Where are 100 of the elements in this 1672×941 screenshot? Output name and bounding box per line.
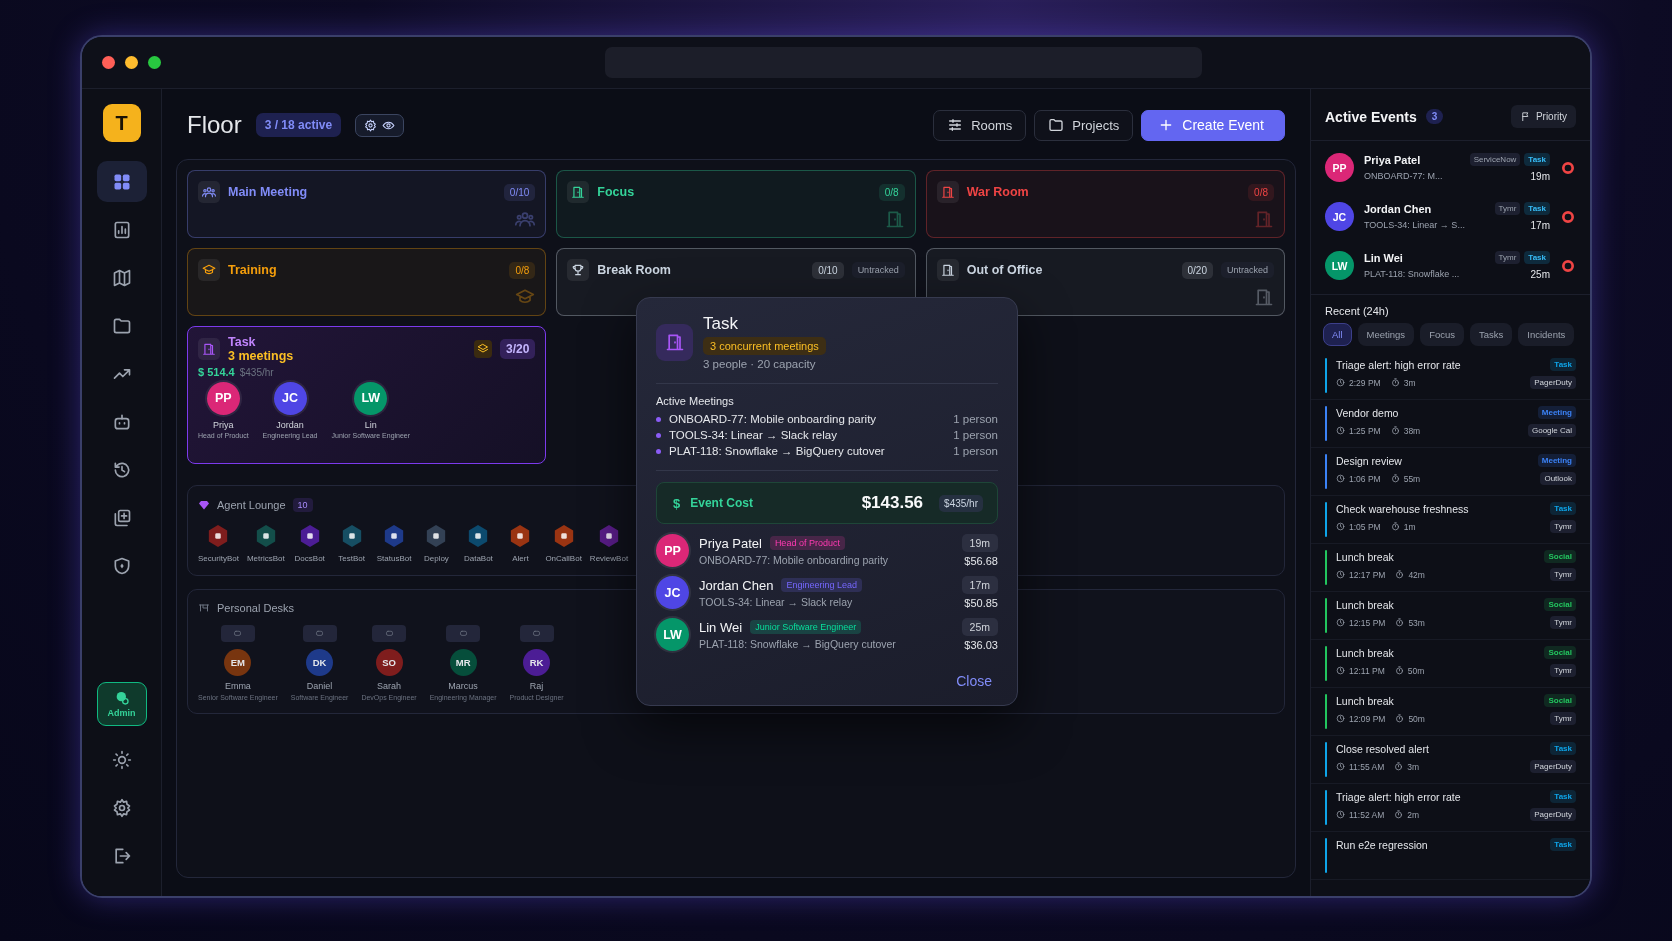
folder-icon [1048,117,1065,133]
type-tag: Task [1550,790,1576,803]
person-name: Raj [529,681,544,691]
event-time: 12:15 PM [1349,617,1386,628]
source-tag: Tymr [1550,712,1576,725]
avatar: RK [523,649,551,676]
event-title: Design review [1336,454,1402,467]
header-button[interactable]: Create Event [1141,109,1285,141]
avatar: JC [1325,202,1354,231]
trophy-icon [567,259,590,281]
room-name: Main Meeting [228,185,308,199]
people-count: 1 person [953,429,998,441]
recent-event-row[interactable]: Vendor demo Meeting 1:25 PM 38m Google Cal [1311,400,1590,448]
sidebar-item[interactable] [96,161,147,202]
header-button[interactable]: Projects [1034,109,1134,141]
filter-chip[interactable]: Incidents [1518,323,1575,346]
clock-icon [1336,570,1345,579]
room-card[interactable]: War Room 0/8 [925,170,1285,238]
filter-chip[interactable]: Meetings [1357,323,1415,346]
room-name: Training [228,263,277,277]
filter-chip[interactable]: Tasks [1470,323,1513,346]
capacity-badge: 0/10 [812,261,844,279]
event-row[interactable]: PP Priya Patel ONBOARD-77: M... ServiceNow Task 19m [1311,143,1590,192]
source-tag: PagerDuty [1530,376,1576,389]
recent-event-row[interactable]: Run e2e regression Task [1311,832,1590,880]
event-row[interactable]: LW Lin Wei PLAT-118: Snowflake ... Tymr Task 25m [1311,241,1590,290]
capacity-summary: 3 people · 20 capacity [703,358,816,370]
agent-hexagon-icon[interactable] [467,524,490,548]
status-badge: Untracked [1220,262,1274,278]
agent-hexagon-icon[interactable] [340,524,363,548]
recent-event-row[interactable]: Lunch break Social 12:09 PM 50m Tymr [1311,688,1590,736]
event-title: Lunch break [1336,694,1394,707]
duration: 3m [1403,377,1416,388]
person-name: Lin [364,419,377,430]
event-time: 1:25 PM [1349,425,1381,436]
event-row[interactable]: JC Jordan Chen TOOLS-34: Linear → S... Tymr Task 17m [1311,192,1590,241]
people-count: 1 person [953,445,998,457]
graduation-cap-icon [198,259,220,281]
section-title: Agent Lounge [217,499,286,511]
event-title: Triage alert: high error rate [1336,790,1461,803]
agent-hexagon-icon[interactable] [207,524,230,548]
meeting-title: TOOLS-34: Linear → Slack relay [699,595,854,608]
agent-hexagon-icon[interactable] [598,524,620,548]
recent-event-row[interactable]: Lunch break Social 12:11 PM 50m Tymr [1311,640,1590,688]
avatar: MR [449,649,477,676]
role-tag: Engineering Lead [781,578,862,592]
recent-event-row[interactable]: Check warehouse freshness Task 1:05 PM 1m Tymr [1311,496,1590,544]
admin-button[interactable]: Admin [96,682,147,726]
type-tag: Social [1544,550,1576,563]
avatar: PP [206,381,240,415]
filter-chip[interactable]: Focus [1420,323,1464,346]
person-name: Marcus [448,681,478,691]
timer-icon [1394,810,1404,819]
source-tag: PagerDuty [1530,808,1576,821]
agent-hexagon-icon[interactable] [509,524,532,548]
capacity-badge: 0/8 [509,261,536,279]
meeting-title: PLAT-118: Snowflake ... [1364,269,1460,279]
recent-event-row[interactable]: Lunch break Social 12:17 PM 42m Tymr [1311,544,1590,592]
recent-event-row[interactable]: Lunch break Social 12:15 PM 53m Tymr [1311,592,1590,640]
close-window-button[interactable] [102,56,115,69]
record-icon[interactable] [1560,257,1576,274]
people-count: 1 person [953,413,998,425]
filter-chip[interactable]: All [1323,323,1352,346]
section-title: Personal Desks [217,602,295,614]
settings-icon[interactable] [111,797,132,818]
recent-event-row[interactable]: Triage alert: high error rate Task 11:52 AM 2m PagerDuty [1311,784,1590,832]
priority-button[interactable]: Priority [1510,105,1576,128]
record-icon[interactable] [1560,159,1576,176]
close-button[interactable]: Close [950,671,998,691]
agent-hexagon-icon[interactable] [425,524,448,548]
source-tag: Tymr [1550,568,1576,581]
agent-hexagon-icon[interactable] [254,524,277,548]
theme-icon[interactable] [111,749,132,770]
type-tag: Social [1544,646,1576,659]
event-count-badge: 3 [1425,109,1444,124]
room-card[interactable]: Training 0/8 [187,248,547,316]
maximize-window-button[interactable] [148,56,161,69]
type-tag: Task [1550,742,1576,755]
clock-icon [1336,810,1345,819]
clock-icon [1336,762,1345,771]
view-options-button[interactable] [355,113,405,137]
room-card[interactable]: Focus 0/8 [556,170,916,238]
minimize-window-button[interactable] [125,56,138,69]
header-button[interactable]: Rooms [933,109,1027,141]
record-icon[interactable] [1560,208,1576,225]
agent-hexagon-icon[interactable] [383,524,406,548]
room-card[interactable]: Main Meeting 0/10 [187,170,547,238]
type-tag: Task [1550,838,1576,851]
agent-name: StatusBot [376,554,412,563]
event-title: Check warehouse freshness [1336,502,1469,515]
type-tag: Social [1544,694,1576,707]
recent-event-row[interactable]: Design review Meeting 1:06 PM 55m Outlook [1311,448,1590,496]
agent-hexagon-icon[interactable] [298,524,321,548]
recent-event-row[interactable]: Triage alert: high error rate Task 2:29 PM 3m PagerDuty [1311,352,1590,400]
agent-hexagon-icon[interactable] [552,524,575,548]
person-name: Lin Wei [1364,252,1404,264]
app-logo[interactable]: T [102,104,141,142]
recent-event-row[interactable]: Close resolved alert Task 11:55 AM 3m PagerDuty [1311,736,1590,784]
agent-count-badge: 10 [292,498,313,512]
room-card[interactable]: Out of Office 0/20 Untracked [925,248,1285,316]
